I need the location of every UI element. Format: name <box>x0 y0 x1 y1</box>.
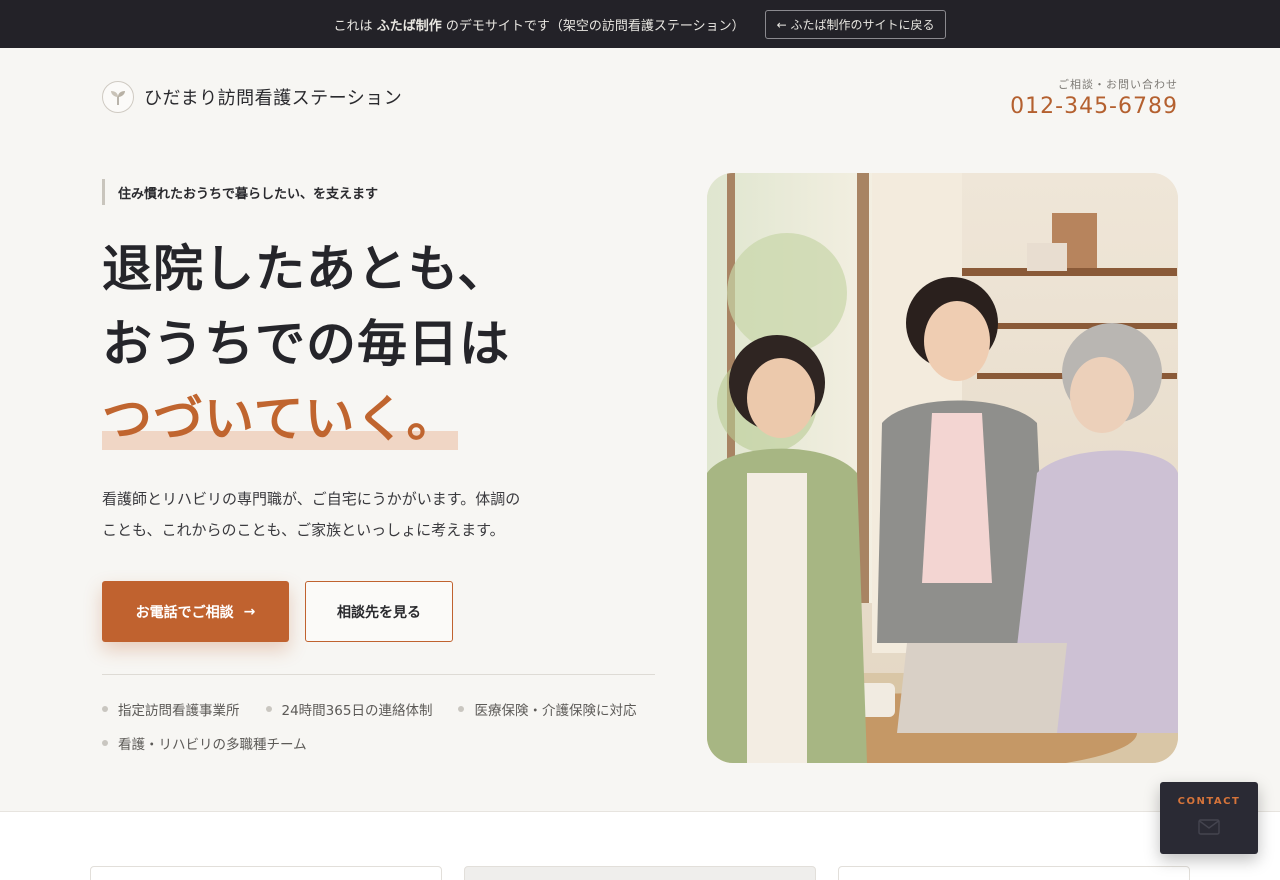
view-contacts-button[interactable]: 相談先を見る <box>305 581 453 642</box>
hero-title-accent: つづいていく。 <box>102 382 458 457</box>
hero-title-line: おうちでの毎日は <box>102 315 510 373</box>
bullet-dot-icon <box>102 740 108 746</box>
hero-title: 退院したあとも、 おうちでの毎日は つづいていく。 <box>102 232 510 457</box>
call-consult-button[interactable]: お電話でご相談 → <box>102 581 289 642</box>
site-header: ひだまり訪問看護ステーション ご相談・お問い合わせ 012-345-6789 <box>0 48 1280 144</box>
demo-notice-suffix: のデモサイトです（架空の訪問看護ステーション） <box>445 18 745 34</box>
mail-icon <box>1198 819 1220 839</box>
hero-title-accent-wrap: つづいていく。 <box>102 382 510 457</box>
demo-bar: これは ふたば制作 のデモサイトです（架空の訪問看護ステーション） ← ふたば制… <box>0 0 1280 48</box>
back-button-label: ← ふたば制作のサイトに戻る <box>776 17 935 32</box>
feature-item: 医療保険・介護保険に対応 <box>458 698 636 720</box>
back-to-futaba-button[interactable]: ← ふたば制作のサイトに戻る <box>764 9 947 39</box>
sprout-logo-icon <box>102 81 134 113</box>
hero-description: 看護師とリハビリの専門職が、ご自宅にうかがいます。体調の ことも、これからのこと… <box>102 484 542 546</box>
hero-description-line: 看護師とリハビリの専門職が、ご自宅にうかがいます。体調の <box>102 490 521 508</box>
feature-item: 24時間365日の連絡体制 <box>265 698 433 720</box>
demo-notice-prefix: これは <box>333 18 373 34</box>
header-contact: ご相談・お問い合わせ 012-345-6789 <box>1010 76 1178 119</box>
hero-divider <box>102 674 655 675</box>
bullet-dot-icon <box>458 706 465 712</box>
call-consult-label: お電話でご相談 <box>135 604 234 621</box>
hero-description-line: ことも、これからのことも、ご家族といっしょに考えます。 <box>102 521 505 539</box>
hero-photo <box>707 173 1178 763</box>
site-logo[interactable]: ひだまり訪問看護ステーション <box>102 81 402 113</box>
demo-notice: これは ふたば制作 のデモサイトです（架空の訪問看護ステーション） <box>334 15 745 34</box>
demo-notice-brand: ふたば制作 <box>376 18 442 34</box>
feature-label: 看護・リハビリの多職種チーム <box>118 737 307 753</box>
feature-label: 24時間365日の連絡体制 <box>281 703 433 719</box>
bullet-dot-icon <box>102 706 108 712</box>
view-contacts-label: 相談先を見る <box>337 604 421 621</box>
feature-label: 指定訪問看護事業所 <box>118 703 240 719</box>
contact-label: ご相談・お問い合わせ <box>1058 78 1178 91</box>
feature-list: 指定訪問看護事業所 24時間365日の連絡体制 医療保険・介護保険に対応 看護・… <box>102 698 662 754</box>
feature-item: 指定訪問看護事業所 <box>102 698 240 720</box>
arrow-right-icon: → <box>243 603 256 620</box>
hero-eyebrow: 住み慣れたおうちで暮らしたい、を支えます <box>102 179 378 205</box>
info-card[interactable] <box>838 866 1190 880</box>
site-name: ひだまり訪問看護ステーション <box>144 88 403 109</box>
bullet-dot-icon <box>265 706 272 712</box>
feature-label: 医療保険・介護保険に対応 <box>474 703 637 719</box>
feature-item: 看護・リハビリの多職種チーム <box>102 732 307 754</box>
info-card[interactable] <box>464 866 816 880</box>
info-card[interactable] <box>90 866 442 880</box>
floating-contact-button[interactable]: CONTACT <box>1160 782 1258 854</box>
floating-contact-label: CONTACT <box>1177 796 1241 807</box>
hero-title-line: 退院したあとも、 <box>102 240 509 298</box>
phone-number-link[interactable]: 012-345-6789 <box>1010 94 1178 119</box>
